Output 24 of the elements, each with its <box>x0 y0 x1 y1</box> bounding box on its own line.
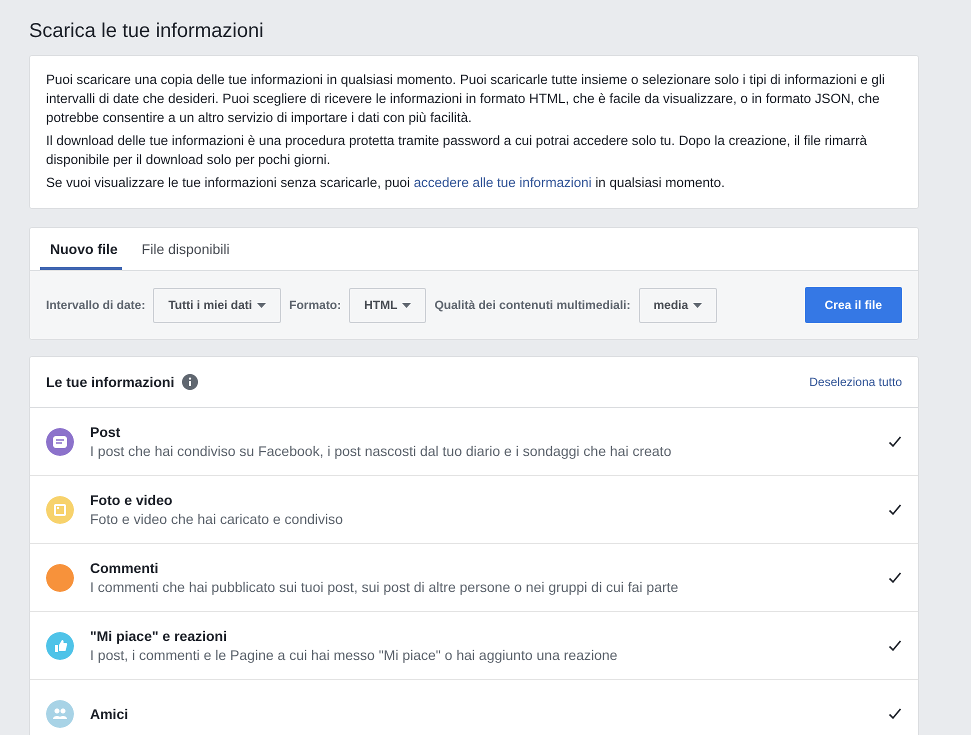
section-title: Le tue informazioni <box>46 374 174 390</box>
category-title: "Mi piace" e reazioni <box>90 628 228 644</box>
create-file-button[interactable]: Crea il file <box>804 287 902 323</box>
option-dropdown[interactable]: HTML <box>349 288 426 322</box>
intro-paragraph: Il download delle tue informazioni è una procedura protetta tramite password a cui potrai accedere solo tu. Dopo la creazione, il file rimarrà disponibile per il download solo per pochi giorni. <box>46 132 868 169</box>
category-description: I post, i commenti e le Pagine a cui hai messo "Mi piace" o hai aggiunto una reazione <box>90 647 618 663</box>
option-dropdown[interactable]: media <box>638 288 718 322</box>
category-description: Foto e video che hai caricato e condiviso <box>90 511 343 527</box>
category-title: Amici <box>90 706 128 722</box>
tab[interactable]: File disponibili <box>140 228 232 270</box>
category-title: Post <box>90 424 122 440</box>
option-label: Qualità dei contenuti multimediali: <box>434 298 630 312</box>
category-description: I post che hai condiviso su Facebook, i post nascosti dal tuo diario e i sondaggi che hai creato <box>90 443 672 459</box>
category-title: Commenti <box>90 560 160 576</box>
intro-paragraph: Puoi scaricare una copia delle tue informazioni in qualsiasi momento. Puoi scaricarle tutte insieme o selezionare solo i tipi di informazioni e gli intervalli di date che desideri. Puoi scegliere di ricevere le informazioni in formato HTML, che è facile da visualizzare, o in formato JSON, che potrebbe consentire a un altro servizio di importare i dati con più facilità. <box>46 71 886 127</box>
intro-paragraph: Se vuoi visualizzare le tue informazioni senza scaricarle, puoi accedere alle tue informazioni in qualsiasi momento. <box>46 174 726 192</box>
page-title: Scarica le tue informazioni <box>29 20 265 43</box>
option-label: Intervallo di date: <box>46 298 146 312</box>
option-dropdown[interactable]: Tutti i miei dati <box>153 288 282 322</box>
deselect-all-link[interactable]: Deseleziona tutto <box>809 375 902 389</box>
option-label: Formato: <box>289 298 342 312</box>
category-description: I commenti che hai pubblicato sui tuoi post, sui post di altre persone o nei gruppi di cui fai parte <box>90 579 678 595</box>
category-title: Foto e video <box>90 492 174 508</box>
view-info-link[interactable]: accedere alle tue informazioni <box>414 175 592 190</box>
